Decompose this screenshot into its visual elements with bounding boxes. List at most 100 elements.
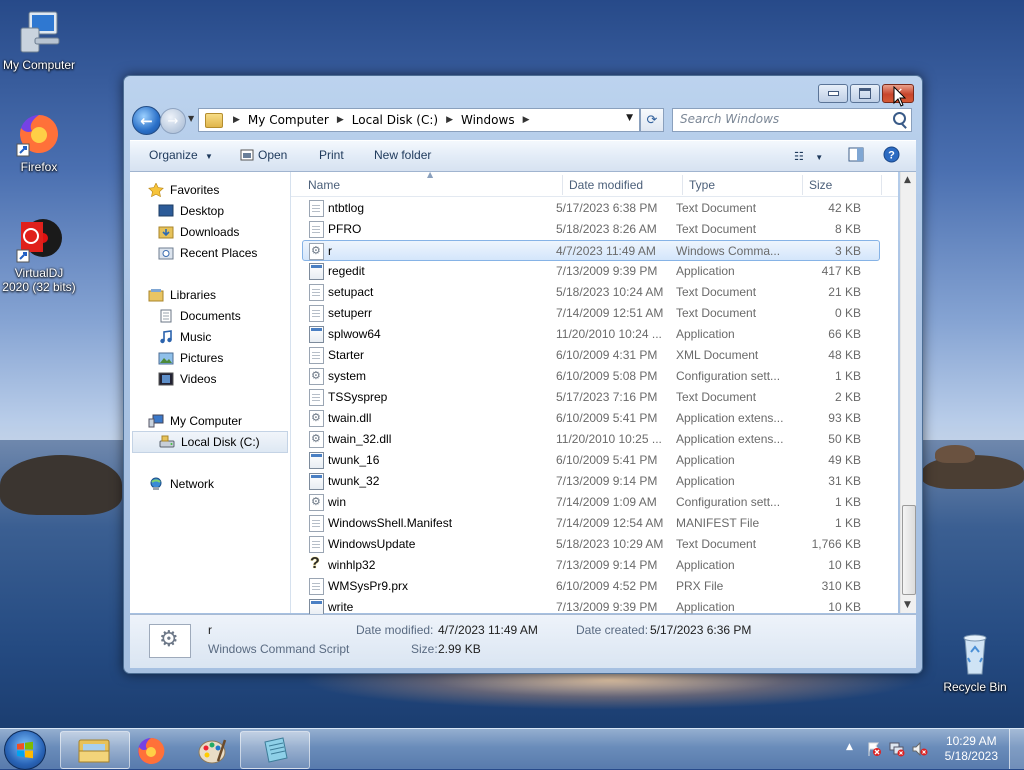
- open-button[interactable]: Open: [240, 148, 287, 164]
- column-divider[interactable]: [802, 175, 803, 195]
- file-row[interactable]: regedit 7/13/2009 9:39 PM Application 417 K…: [303, 261, 879, 281]
- new-folder-button[interactable]: New folder: [374, 148, 431, 162]
- file-name: Starter: [328, 348, 365, 362]
- nav-recent-places[interactable]: Recent Places: [158, 243, 288, 263]
- breadcrumb-separator-icon[interactable]: ▶: [442, 115, 457, 125]
- nav-favorites[interactable]: Favorites: [148, 180, 288, 200]
- clock[interactable]: 10:29 AM 5/18/2023: [945, 734, 998, 764]
- file-row[interactable]: splwow64 11/20/2010 10:24 ... Application 6…: [303, 324, 879, 344]
- file-row[interactable]: setupact 5/18/2023 10:24 AM Text Document 2…: [303, 282, 879, 302]
- file-row[interactable]: win 7/14/2009 1:09 AM Configuration sett..…: [303, 492, 879, 512]
- start-button[interactable]: [4, 730, 46, 770]
- file-row[interactable]: TSSysprep 5/17/2023 7:16 PM Text Document 2…: [303, 387, 879, 407]
- new-folder-label: New folder: [374, 148, 432, 162]
- maximize-button[interactable]: [850, 84, 880, 103]
- explorer-window[interactable]: ✕ ← → ▼ ▶ My Computer ▶ Local Disk (C:) …: [123, 75, 923, 674]
- nav-downloads[interactable]: Downloads: [158, 222, 288, 242]
- show-hidden-icons-icon[interactable]: ▲: [846, 742, 862, 758]
- file-date-modified: 5/18/2023 8:26 AM: [556, 222, 657, 236]
- file-name: winhlp32: [328, 558, 376, 572]
- file-row[interactable]: twain_32.dll 11/20/2010 10:25 ... Applicat…: [303, 429, 879, 449]
- nav-network[interactable]: Network: [148, 474, 288, 494]
- breadcrumb-windows[interactable]: Windows: [457, 113, 519, 127]
- column-divider[interactable]: [881, 175, 882, 195]
- file-row[interactable]: r 4/7/2023 11:49 AM Windows Comma... 3 KB: [302, 240, 880, 261]
- vertical-scrollbar[interactable]: ▲ ▼: [900, 172, 916, 613]
- column-header-size[interactable]: Size: [809, 178, 832, 192]
- desktop-icon-my-computer[interactable]: My Computer: [0, 8, 78, 72]
- recent-pages-dropdown-icon[interactable]: ▼: [188, 114, 194, 123]
- file-row[interactable]: setuperr 7/14/2009 12:51 AM Text Document 0…: [303, 303, 879, 323]
- search-input[interactable]: Search Windows: [672, 108, 912, 132]
- file-list: ▲ Name Date modified Type Size ntbtlog 5/…: [291, 170, 898, 616]
- desktop-icon-virtualdj[interactable]: VirtualDJ 2020 (32 bits): [0, 216, 78, 294]
- file-row[interactable]: system 6/10/2009 5:08 PM Configuration set…: [303, 366, 879, 386]
- address-row: ← → ▼ ▶ My Computer ▶ Local Disk (C:) ▶ …: [132, 106, 914, 135]
- address-dropdown-icon[interactable]: ▼: [626, 113, 633, 123]
- nav-videos[interactable]: Videos: [158, 369, 288, 389]
- nav-documents[interactable]: Documents: [158, 306, 288, 326]
- file-date-modified: 5/18/2023 10:24 AM: [556, 285, 664, 299]
- file-size: 1 KB: [834, 495, 861, 509]
- file-date-modified: 5/17/2023 7:16 PM: [556, 390, 658, 404]
- breadcrumb-separator-icon[interactable]: ▶: [333, 115, 348, 125]
- file-row[interactable]: Starter 6/10/2009 4:31 PM XML Document 48 K…: [303, 345, 879, 365]
- column-header-date[interactable]: Date modified: [569, 178, 643, 192]
- breadcrumb-local-disk[interactable]: Local Disk (C:): [348, 113, 442, 127]
- scroll-down-icon[interactable]: ▼: [904, 600, 911, 610]
- breadcrumb-separator-icon[interactable]: ▶: [229, 115, 244, 125]
- scrollbar-thumb[interactable]: [902, 505, 916, 595]
- file-row[interactable]: WindowsUpdate 5/18/2023 10:29 AM Text Docu…: [303, 534, 879, 554]
- file-row[interactable]: winhlp32 7/13/2009 9:14 PM Application 10 K…: [303, 555, 879, 575]
- print-label: Print: [319, 148, 344, 162]
- breadcrumb-separator-icon[interactable]: ▶: [519, 115, 534, 125]
- organize-button[interactable]: Organize ▼: [149, 148, 213, 162]
- file-row[interactable]: twunk_32 7/13/2009 9:14 PM Application 31 K…: [303, 471, 879, 491]
- taskbar-paint-button[interactable]: [177, 731, 247, 769]
- file-row[interactable]: WindowsShell.Manifest 7/14/2009 12:54 AM M…: [303, 513, 879, 533]
- scroll-up-icon[interactable]: ▲: [904, 175, 911, 185]
- nav-downloads-label: Downloads: [180, 225, 240, 239]
- file-row[interactable]: WMSysPr9.prx 6/10/2009 4:52 PM PRX File 310…: [303, 576, 879, 596]
- taskbar-firefox-button[interactable]: [116, 731, 186, 769]
- preview-pane-button[interactable]: [848, 147, 864, 165]
- desktop-icon-firefox[interactable]: Firefox: [0, 110, 78, 174]
- volume-muted-icon[interactable]: [912, 741, 928, 757]
- details-created-value: 5/17/2023 6:36 PM: [650, 623, 752, 637]
- column-header-name[interactable]: Name: [308, 178, 340, 192]
- nav-music[interactable]: Music: [158, 327, 288, 347]
- file-size: 66 KB: [828, 327, 861, 341]
- open-label: Open: [258, 148, 288, 162]
- action-center-flag-icon[interactable]: [866, 741, 882, 757]
- network-status-icon[interactable]: [889, 741, 905, 757]
- refresh-button[interactable]: ⟳: [640, 108, 664, 132]
- nav-pictures[interactable]: Pictures: [158, 348, 288, 368]
- nav-my-computer[interactable]: My Computer: [148, 411, 288, 431]
- breadcrumb-my-computer[interactable]: My Computer: [244, 113, 333, 127]
- forward-button[interactable]: →: [160, 108, 186, 134]
- desktop-icon-recycle-bin[interactable]: Recycle Bin: [936, 630, 1014, 694]
- column-divider[interactable]: [562, 175, 563, 195]
- address-bar[interactable]: ▶ My Computer ▶ Local Disk (C:) ▶ Window…: [198, 108, 640, 132]
- nav-libraries[interactable]: Libraries: [148, 285, 288, 305]
- column-divider[interactable]: [682, 175, 683, 195]
- change-view-button[interactable]: ☷ ▼: [794, 149, 823, 163]
- wallpaper-rocks: [0, 455, 122, 515]
- help-button[interactable]: ?: [883, 146, 900, 166]
- details-modified-label: Date modified:: [356, 623, 434, 637]
- print-button[interactable]: Print: [319, 148, 344, 162]
- column-header-type[interactable]: Type: [689, 178, 715, 192]
- file-row[interactable]: twunk_16 6/10/2009 5:41 PM Application 49 K…: [303, 450, 879, 470]
- file-size: 1 KB: [834, 369, 861, 383]
- nav-libraries-label: Libraries: [170, 288, 217, 302]
- desktop-icon-label: Recycle Bin: [943, 680, 1007, 694]
- file-row[interactable]: PFRO 5/18/2023 8:26 AM Text Document 8 KB: [303, 219, 879, 239]
- show-desktop-button[interactable]: [1009, 729, 1024, 769]
- minimize-button[interactable]: [818, 84, 848, 103]
- nav-desktop[interactable]: Desktop: [158, 201, 288, 221]
- nav-local-disk[interactable]: Local Disk (C:): [132, 431, 288, 453]
- file-row[interactable]: twain.dll 6/10/2009 5:41 PM Application ex…: [303, 408, 879, 428]
- file-row[interactable]: ntbtlog 5/17/2023 6:38 PM Text Document 42 …: [303, 198, 879, 218]
- taskbar-notepad-button[interactable]: [240, 731, 310, 769]
- back-button[interactable]: ←: [132, 106, 161, 135]
